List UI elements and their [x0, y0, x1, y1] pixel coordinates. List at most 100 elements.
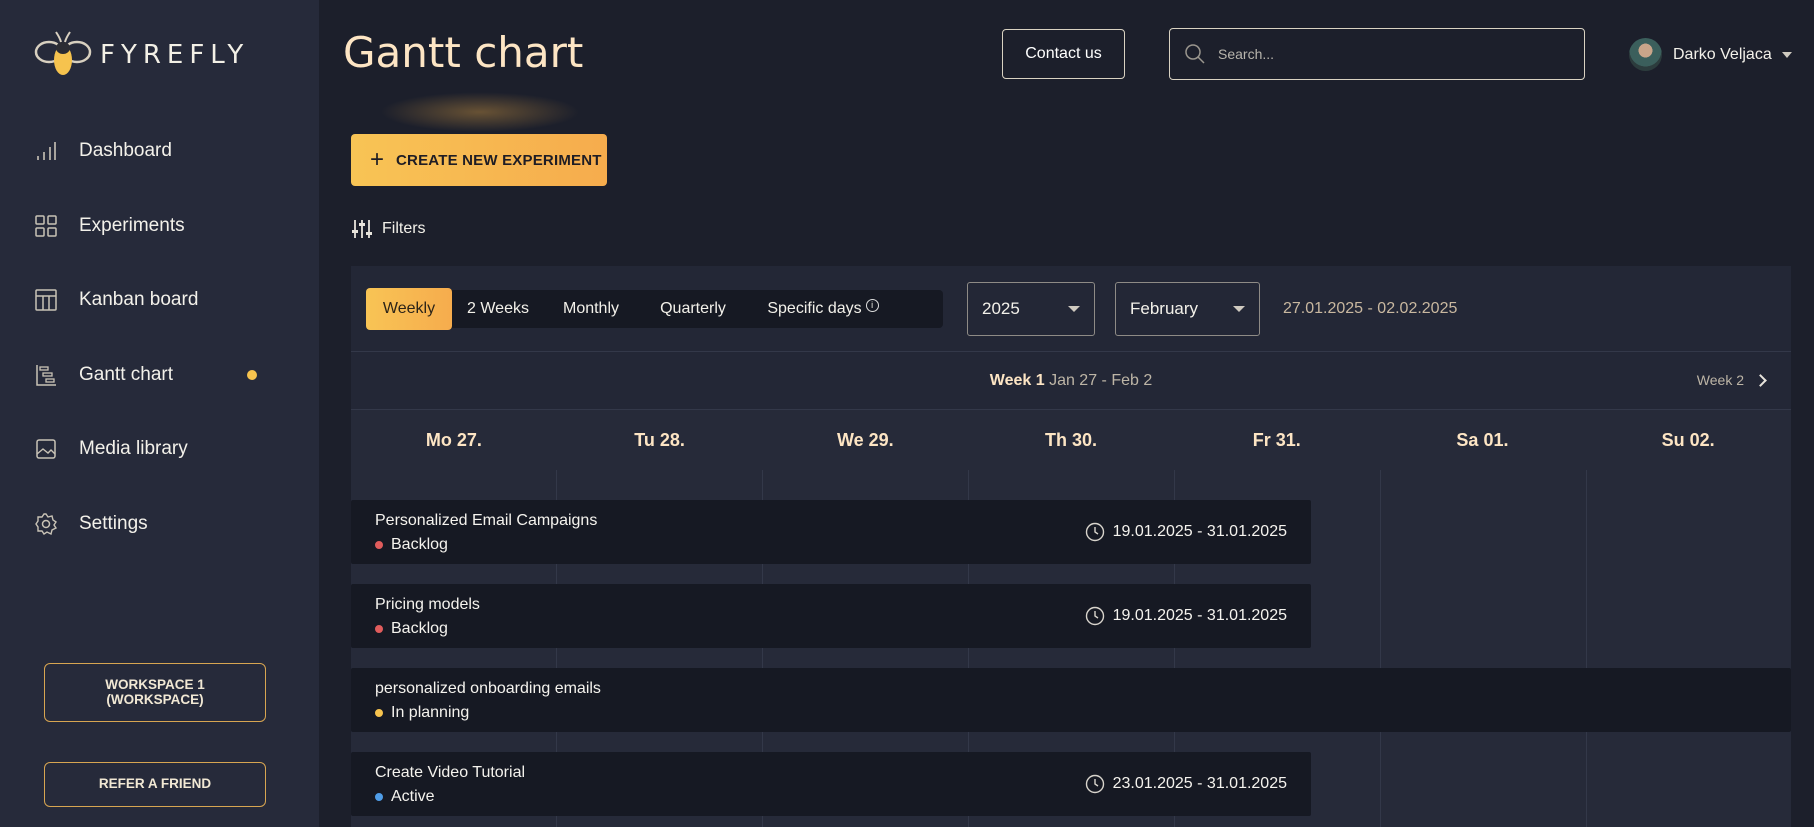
task-status: Active [375, 788, 435, 806]
gantt-task-bar[interactable]: Personalized Email Campaigns Backlog 19.… [351, 500, 1311, 564]
sidebar: FYREFLY Dashboard Experiments Kanban boa… [0, 0, 319, 827]
gantt-task-bar[interactable]: Create Video Tutorial Active 23.01.2025 … [351, 752, 1311, 816]
day-header: Tu 28. [634, 429, 685, 450]
gear-icon [34, 512, 58, 536]
gantt-grid: Personalized Email Campaigns Backlog 19.… [351, 470, 1791, 827]
date-range-label: 19.01.2025 - 31.01.2025 [1112, 607, 1287, 624]
sidebar-item-label: Gantt chart [79, 364, 173, 385]
day-header: Su 02. [1661, 429, 1715, 450]
gantt-icon [34, 363, 58, 387]
sidebar-item-label: Kanban board [79, 289, 199, 310]
sidebar-item-label: Experiments [79, 215, 185, 236]
bar-chart-icon [34, 139, 58, 163]
task-name: Pricing models [375, 596, 480, 613]
plus-icon: + [370, 146, 385, 173]
tab-label: Specific days [767, 300, 862, 317]
status-dot [375, 793, 383, 801]
sidebar-item-label: Media library [79, 438, 188, 459]
tab-specific-days[interactable]: Specific days i [748, 288, 898, 330]
month-select[interactable]: February [1115, 282, 1260, 336]
sidebar-item-media-library[interactable]: Media library [34, 429, 274, 469]
status-label: Active [391, 788, 435, 805]
task-date-range: 23.01.2025 - 31.01.2025 [1085, 774, 1287, 794]
month-value: February [1130, 299, 1199, 318]
year-select[interactable]: 2025 [967, 282, 1095, 336]
sidebar-item-kanban-board[interactable]: Kanban board [34, 280, 274, 320]
task-name: Create Video Tutorial [375, 764, 526, 781]
create-new-experiment-button[interactable]: + CREATE NEW EXPERIMENT [351, 134, 607, 186]
info-icon[interactable]: i [865, 298, 879, 312]
view-mode-tabs: Weekly 2 Weeks Monthly Quarterly Specifi… [366, 288, 943, 330]
clock-icon [1085, 774, 1104, 794]
status-dot [375, 541, 383, 549]
gantt-task-bar[interactable]: personalized onboarding emails In planni… [351, 668, 1791, 732]
search-input[interactable] [1218, 46, 1558, 62]
status-dot [375, 625, 383, 633]
sidebar-item-dashboard[interactable]: Dashboard [34, 131, 274, 171]
decorative-glow [380, 92, 580, 132]
task-status: In planning [375, 704, 469, 722]
grid-icon [34, 214, 58, 238]
gantt-controls: Weekly 2 Weeks Monthly Quarterly Specifi… [351, 266, 1791, 352]
day-header: Mo 27. [425, 429, 482, 450]
create-button-label: CREATE NEW EXPERIMENT [396, 151, 602, 169]
filters-button[interactable]: Filters [351, 218, 426, 240]
filters-label: Filters [382, 220, 426, 237]
task-status: Backlog [375, 620, 448, 638]
active-indicator-dot [247, 370, 257, 380]
sidebar-item-experiments[interactable]: Experiments [34, 206, 274, 246]
task-date-range: 19.01.2025 - 31.01.2025 [1085, 606, 1287, 626]
status-label: Backlog [391, 620, 448, 637]
sidebar-item-settings[interactable]: Settings [34, 504, 274, 544]
next-week-button[interactable]: Week 2 [1696, 372, 1767, 388]
status-dot [375, 709, 383, 717]
contact-us-button[interactable]: Contact us [1002, 29, 1125, 79]
sliders-icon [352, 220, 372, 238]
date-range-label: 19.01.2025 - 31.01.2025 [1112, 523, 1287, 540]
chevron-down-icon [1233, 306, 1245, 312]
search-box[interactable] [1169, 28, 1585, 80]
tab-weekly[interactable]: Weekly [366, 288, 452, 330]
gantt-task-bar[interactable]: Pricing models Backlog 19.01.2025 - 31.0… [351, 584, 1311, 648]
search-icon [1185, 44, 1205, 64]
next-week-label: Week 2 [1696, 372, 1744, 388]
workspace-name: WORKSPACE 1 [105, 677, 205, 693]
day-header: Th 30. [1045, 429, 1098, 450]
grid-line [1586, 470, 1587, 827]
week-label: Week 1 [989, 372, 1045, 389]
day-header: We 29. [836, 429, 894, 450]
day-header: Sa 01. [1456, 429, 1509, 450]
tab-quarterly[interactable]: Quarterly [638, 288, 748, 330]
task-name: personalized onboarding emails [375, 680, 601, 697]
sidebar-item-label: Settings [79, 513, 148, 534]
week-header: Week 1 Jan 27 - Feb 2 Week 2 [351, 352, 1791, 410]
user-menu[interactable]: Darko Veljaca [1629, 38, 1792, 71]
status-label: Backlog [391, 536, 448, 553]
clock-icon [1085, 522, 1104, 542]
week-title: Week 1 Jan 27 - Feb 2 [351, 372, 1791, 390]
kanban-icon [34, 288, 58, 312]
page-title: Gantt chart [343, 28, 584, 77]
chevron-down-icon [1068, 306, 1080, 312]
tab-2-weeks[interactable]: 2 Weeks [452, 288, 544, 330]
status-label: In planning [391, 704, 470, 721]
workspace-type: (WORKSPACE) [106, 691, 204, 707]
avatar [1629, 38, 1662, 71]
user-name: Darko Veljaca [1673, 45, 1772, 63]
task-status: Backlog [375, 536, 448, 554]
brand-name: FYREFLY [100, 40, 250, 70]
chevron-down-icon [1781, 51, 1792, 58]
clock-icon [1085, 606, 1104, 626]
task-date-range: 19.01.2025 - 31.01.2025 [1085, 522, 1287, 542]
fyrefly-logo[interactable]: FYREFLY [34, 26, 249, 84]
day-columns-header: Mo 27. Tu 28. We 29. Th 30. Fr 31. Sa 01… [351, 410, 1791, 470]
tab-monthly[interactable]: Monthly [544, 288, 638, 330]
week-dates: Jan 27 - Feb 2 [1049, 372, 1153, 389]
refer-a-friend-button[interactable]: REFER A FRIEND [44, 762, 266, 807]
grid-line [1380, 470, 1381, 827]
sidebar-item-gantt-chart[interactable]: Gantt chart [34, 355, 274, 395]
year-value: 2025 [982, 299, 1020, 318]
task-name: Personalized Email Campaigns [375, 512, 598, 529]
workspace-switcher-button[interactable]: WORKSPACE 1 (WORKSPACE) [44, 663, 266, 722]
firefly-logo-icon [34, 31, 92, 75]
